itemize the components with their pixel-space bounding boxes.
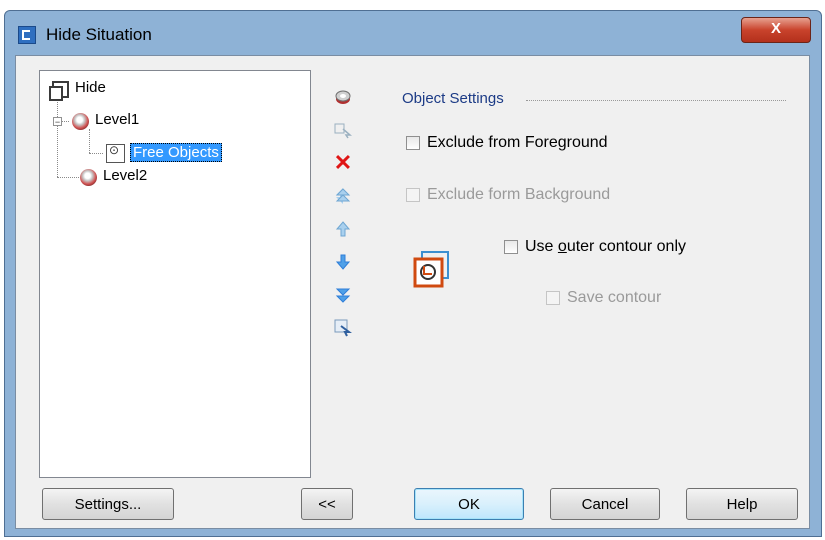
cancel-button[interactable]: Cancel <box>550 488 660 520</box>
checkbox-box <box>406 188 420 202</box>
object-settings-group-title: Object Settings <box>402 90 504 107</box>
group-divider <box>526 100 786 101</box>
tree-node-label: Level1 <box>95 111 140 128</box>
ok-button[interactable]: OK <box>414 488 524 520</box>
tree-connector <box>89 153 103 154</box>
checkbox-box[interactable] <box>504 240 518 254</box>
outer-contour-checkbox[interactable]: Use outer contour only <box>504 238 686 256</box>
tree-node-label: Level2 <box>103 167 148 184</box>
move-bottom-icon[interactable] <box>332 284 354 306</box>
select-icon[interactable] <box>332 317 354 339</box>
checkbox-label: Exclude form Background <box>427 186 611 203</box>
checkbox-label: Use outer contour only <box>525 238 686 255</box>
app-icon <box>18 26 36 44</box>
outer-contour-icon <box>413 251 451 289</box>
settings-button[interactable]: Settings... <box>42 488 174 520</box>
assign-icon[interactable] <box>332 119 354 141</box>
exclude-foreground-checkbox[interactable]: Exclude from Foreground <box>406 134 608 152</box>
title-bar[interactable]: Hide Situation X <box>5 11 821 55</box>
window-title: Hide Situation <box>46 25 152 44</box>
exclude-background-checkbox: Exclude form Background <box>406 186 610 204</box>
checkbox-box[interactable] <box>406 136 420 150</box>
tree-connector <box>57 97 58 177</box>
close-icon: X <box>770 20 781 37</box>
save-contour-checkbox: Save contour <box>546 289 661 307</box>
collapse-button[interactable]: << <box>301 488 353 520</box>
free-objects-icon <box>106 143 125 163</box>
move-up-icon[interactable] <box>332 218 354 240</box>
move-top-icon[interactable] <box>332 185 354 207</box>
close-button[interactable]: X <box>741 17 811 43</box>
situation-tree[interactable]: Hide − Level1 Free Objects Level2 <box>39 70 311 478</box>
move-down-icon[interactable] <box>332 251 354 273</box>
level-icon <box>80 169 97 186</box>
tree-node-label: Hide <box>75 79 106 96</box>
tree-node-label-selected: Free Objects <box>130 143 222 162</box>
help-button[interactable]: Help <box>686 488 798 520</box>
tree-connector <box>89 129 90 153</box>
add-level-icon[interactable] <box>332 86 354 108</box>
dialog-client-area: Hide − Level1 Free Objects Level2 <box>15 55 810 529</box>
checkbox-box <box>546 291 560 305</box>
level-icon <box>72 113 89 130</box>
checkbox-label: Exclude from Foreground <box>427 134 608 151</box>
hide-situation-icon <box>49 81 69 101</box>
delete-icon[interactable]: ✕ <box>332 150 354 175</box>
collapse-level1-toggle[interactable]: − <box>53 117 62 127</box>
checkbox-label: Save contour <box>567 289 662 306</box>
tree-connector <box>57 177 79 178</box>
dialog-window: Hide Situation X Hide − Level1 Free Obje… <box>4 10 822 537</box>
